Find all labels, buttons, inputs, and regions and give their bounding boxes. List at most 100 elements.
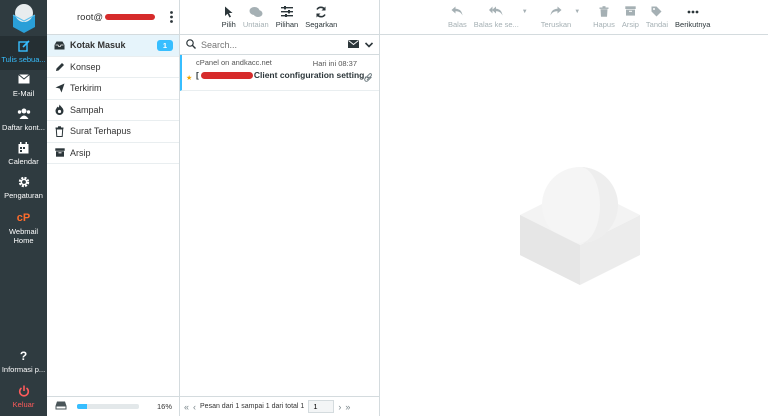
search-input[interactable] xyxy=(201,39,341,50)
refresh-label: Segarkan xyxy=(305,20,338,29)
archive-icon xyxy=(54,147,65,158)
folder-label: Surat Terhapus xyxy=(70,126,131,137)
mark-label: Tandai xyxy=(645,20,669,29)
subject-text: Client configuration setting... xyxy=(253,70,372,80)
archive-button[interactable]: Arsip xyxy=(622,6,639,29)
nav-calendar-label: Calendar xyxy=(8,157,39,166)
question-icon: ? xyxy=(19,349,28,363)
folder-sent[interactable]: Terkirim xyxy=(47,78,179,100)
redaction-scribble xyxy=(200,71,253,79)
paperclip-icon xyxy=(364,73,373,85)
nav-about[interactable]: ? Informasi p... xyxy=(0,346,47,380)
quota-percent: 16% xyxy=(156,402,172,411)
options-button[interactable]: Pilihan xyxy=(275,6,299,29)
folder-archive[interactable]: Arsip xyxy=(47,143,179,164)
flag-star-icon[interactable]: ★ xyxy=(186,74,192,82)
folder-panel: root@ Kotak Masuk 1 Konsep Terkirim Samp… xyxy=(47,0,180,416)
page-number-input[interactable] xyxy=(308,400,335,413)
nav-compose[interactable]: Tulis sebua... xyxy=(0,36,47,70)
sliders-icon xyxy=(276,6,299,18)
message-list-item[interactable]: cPanel on andkacc.net Hari ini 08:37 ★ [… xyxy=(180,55,379,91)
tag-icon xyxy=(646,6,668,18)
message-subject: [ Client configuration setting... xyxy=(196,70,373,80)
folder-label: Terkirim xyxy=(70,83,102,94)
trash-icon xyxy=(593,6,615,18)
kebab-menu-icon[interactable] xyxy=(170,11,173,26)
unread-count-badge: 1 xyxy=(156,40,173,51)
chevron-down-icon[interactable] xyxy=(364,40,374,50)
folder-trash[interactable]: Surat Terhapus xyxy=(47,121,179,143)
forward-icon xyxy=(541,6,571,18)
nav-contacts[interactable]: Daftar kont... xyxy=(0,104,47,138)
quota-bar xyxy=(77,404,139,409)
first-page-icon[interactable]: « xyxy=(184,402,189,412)
search-scope-envelope-icon[interactable] xyxy=(348,39,359,50)
folder-label: Kotak Masuk xyxy=(70,40,126,51)
previous-page-icon[interactable]: ‹ xyxy=(193,402,196,412)
pencil-icon xyxy=(54,61,65,72)
reply-all-button[interactable]: Balas ke se... xyxy=(474,6,519,29)
nav-logout[interactable]: Keluar xyxy=(0,381,47,415)
search-bar xyxy=(180,35,379,55)
folder-label: Sampah xyxy=(70,104,104,115)
user-label: root@ xyxy=(77,11,104,23)
reply-all-dropdown-icon[interactable]: ▼ xyxy=(522,9,528,15)
threads-button[interactable]: Untaian xyxy=(243,6,269,29)
nav-webmail-home-label: Webmail Home xyxy=(8,227,39,245)
roundcube-logo[interactable] xyxy=(0,0,47,35)
next-page-icon[interactable]: › xyxy=(338,402,341,412)
list-toolbar: Pilih Untaian Pilihan Segarkan xyxy=(180,0,379,35)
archive-label: Arsip xyxy=(621,20,639,29)
forward-dropdown-icon[interactable]: ▼ xyxy=(574,9,580,15)
envelope-icon xyxy=(0,74,47,87)
refresh-button[interactable]: Segarkan xyxy=(305,6,337,29)
reply-button[interactable]: Balas xyxy=(448,6,467,29)
nav-calendar[interactable]: Calendar xyxy=(0,138,47,172)
more-dots-icon xyxy=(675,6,710,18)
reply-icon xyxy=(448,6,467,18)
power-icon xyxy=(0,385,47,398)
nav-webmail-home[interactable]: cP Webmail Home xyxy=(0,208,47,248)
nav-email-label: E-Mail xyxy=(12,89,35,98)
nav-settings[interactable]: Pengaturan xyxy=(0,172,47,206)
reply-label: Balas xyxy=(448,20,467,29)
last-page-icon[interactable]: » xyxy=(345,402,350,412)
mark-button[interactable]: Tandai xyxy=(646,6,668,29)
reply-all-icon xyxy=(474,6,519,18)
comments-icon xyxy=(243,6,269,18)
folder-junk[interactable]: Sampah xyxy=(47,100,179,121)
forward-button[interactable]: Teruskan xyxy=(541,6,571,29)
folder-label: Arsip xyxy=(70,147,91,158)
message-date: Hari ini 08:37 xyxy=(312,59,357,68)
account-header: root@ xyxy=(47,0,179,35)
more-label: Berikutnya xyxy=(675,20,711,29)
search-icon xyxy=(186,38,196,51)
forward-label: Teruskan xyxy=(540,20,572,29)
redaction-scribble xyxy=(105,14,156,20)
nav-contacts-label: Daftar kont... xyxy=(2,123,45,132)
select-button[interactable]: Pilih xyxy=(222,6,236,29)
contacts-icon xyxy=(0,108,47,121)
calendar-icon xyxy=(0,142,47,155)
hard-drive-icon xyxy=(55,401,67,412)
cursor-icon xyxy=(222,6,236,18)
select-label: Pilih xyxy=(221,20,236,29)
trash-icon xyxy=(54,126,65,137)
delete-button[interactable]: Hapus xyxy=(593,6,615,29)
quota-fill xyxy=(77,404,87,409)
message-list-panel: Pilih Untaian Pilihan Segarkan cPanel on… xyxy=(180,0,380,416)
options-label: Pilihan xyxy=(275,20,299,29)
compose-icon xyxy=(0,40,47,53)
cpanel-icon: cP xyxy=(16,212,31,224)
paper-plane-icon xyxy=(54,83,65,94)
more-button[interactable]: Berikutnya xyxy=(675,6,710,29)
quota-footer: 16% xyxy=(47,396,180,416)
inbox-icon xyxy=(54,40,65,51)
folder-drafts[interactable]: Konsep xyxy=(47,57,179,78)
message-preview-pane: Balas Balas ke se... ▼ Teruskan ▼ Hapus … xyxy=(380,0,768,416)
nav-email[interactable]: E-Mail xyxy=(0,70,47,104)
nav-compose-label: Tulis sebua... xyxy=(1,55,46,64)
nav-about-label: Informasi p... xyxy=(1,365,46,374)
folder-inbox[interactable]: Kotak Masuk 1 xyxy=(47,35,179,57)
gear-icon xyxy=(0,176,47,189)
